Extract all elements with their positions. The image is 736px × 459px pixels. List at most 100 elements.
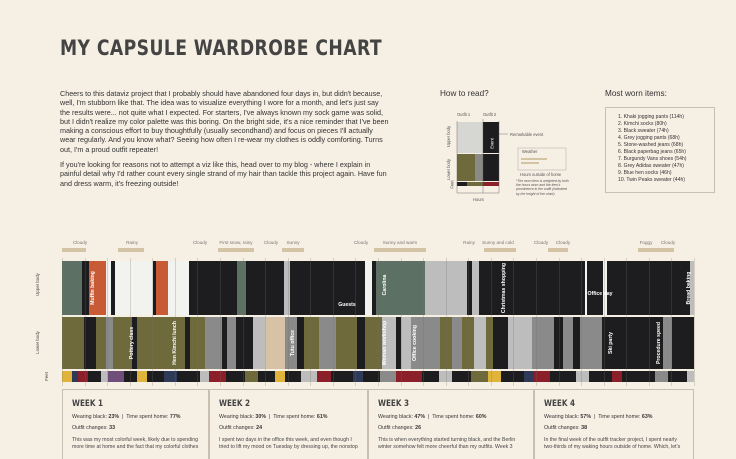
lower-item-block [672,317,685,369]
upper-item-block [253,261,274,315]
feet-item-block [274,371,285,382]
feet-item-block [523,371,534,382]
feet-item-block [576,371,590,382]
changes-value: 26 [415,425,422,431]
day-divider [581,258,582,386]
day-divider [558,258,560,386]
changes-label: Outfit changes: [544,425,580,431]
event-annotation: Carolina [382,274,388,296]
day-divider [400,258,402,386]
event-annotation: Procedure speed [656,321,662,365]
lower-item-block [563,317,574,369]
day-divider [220,258,221,386]
day-divider [648,258,650,386]
day-divider [513,258,514,386]
upper-item-block [193,261,207,315]
upper-item-block [449,261,468,315]
black-label: Wearing black: [219,414,254,420]
lower-item-block [451,317,462,369]
day-divider [332,258,334,386]
upper-item-block [156,261,168,315]
lower-item-block [137,317,186,369]
week-title: WEEK 3 [378,399,409,409]
feet-item-block [589,371,613,382]
feet-item-block [199,371,210,382]
feet-item-block [124,371,138,382]
event-annotation: Office cooking [412,324,418,362]
day-divider [626,258,627,386]
changes-value: 24 [256,425,263,431]
day-divider [197,258,198,386]
lower-item-block [473,317,487,369]
feet-item-block [137,371,148,382]
event-annotation: Muffin baking [90,271,96,305]
day-divider [129,258,131,386]
event-annotation: Christmas shopping [501,262,507,314]
day-divider [355,258,356,386]
changes-label: Outfit changes: [72,425,108,431]
feet-item-block [209,371,227,382]
upper-item-block [170,261,183,315]
lower-item-block [401,317,411,369]
day-divider [445,258,447,386]
changes-value: 38 [581,425,588,431]
upper-item-block [62,261,83,315]
feet-item-block [258,371,276,382]
lower-item-block [83,317,97,369]
event-annotation: Woman workshop [382,320,388,366]
week-panel-1: WEEK 1 Wearing black: 23% | Time spent h… [62,389,209,459]
week-description: This was my most colorful week, likely d… [72,437,199,450]
lower-item-block [253,317,266,369]
day-divider [694,258,695,386]
week-title: WEEK 4 [544,399,575,409]
home-value: 77% [169,414,181,420]
feet-item-block [317,371,331,382]
day-divider [490,258,492,386]
week-description: This is when everything started turning … [378,437,516,450]
black-value: 57% [580,414,592,420]
lower-item-block [226,317,237,369]
lower-item-block [236,317,254,369]
feet-item-block [176,371,200,382]
lower-item-block [335,317,358,369]
week-title: WEEK 2 [219,399,250,409]
day-divider [423,258,424,386]
lower-item-block [364,317,382,369]
wardrobe-chart [0,0,736,454]
lower-item-block [265,317,286,369]
upper-item-block [560,261,579,315]
day-divider [310,258,311,386]
day-divider [603,258,605,386]
feet-item-block [107,371,125,382]
upper-item-block [434,261,450,315]
week-stats: Wearing black: 57% | Time spent home: 63… [544,414,653,420]
week-changes: Outfit changes: 38 [544,425,684,431]
day-divider [671,258,672,386]
day-divider [536,258,537,386]
feet-item-block [500,371,525,382]
feet-item-block [471,371,488,382]
day-divider [242,258,244,386]
event-annotation: Guests [338,302,356,308]
week-stats: Wearing black: 30% | Time spent home: 61… [219,414,328,420]
event-annotation: Tutu office [290,329,296,357]
week-stats: Wearing black: 47% | Time spent home: 60… [378,414,487,420]
day-divider [107,258,108,386]
changes-value: 33 [109,425,116,431]
event-annotation: Bread baking [686,271,692,305]
upper-item-block [289,261,302,315]
day-divider [84,258,86,386]
lower-item-block [684,317,695,369]
feet-item-block [88,371,102,382]
week-stats: Wearing black: 23% | Time spent home: 77… [72,414,181,420]
home-label: Time spent home: [432,414,475,420]
week-panel-2: WEEK 2 Wearing black: 30% | Time spent h… [209,389,368,459]
black-value: 23% [108,414,120,420]
upper-item-block [658,261,673,315]
changes-label: Outfit changes: [378,425,414,431]
home-label: Time spent home: [126,414,169,420]
feet-item-block [549,371,577,382]
home-value: 63% [641,414,653,420]
lower-item-block [62,317,85,369]
day-divider [378,258,379,386]
